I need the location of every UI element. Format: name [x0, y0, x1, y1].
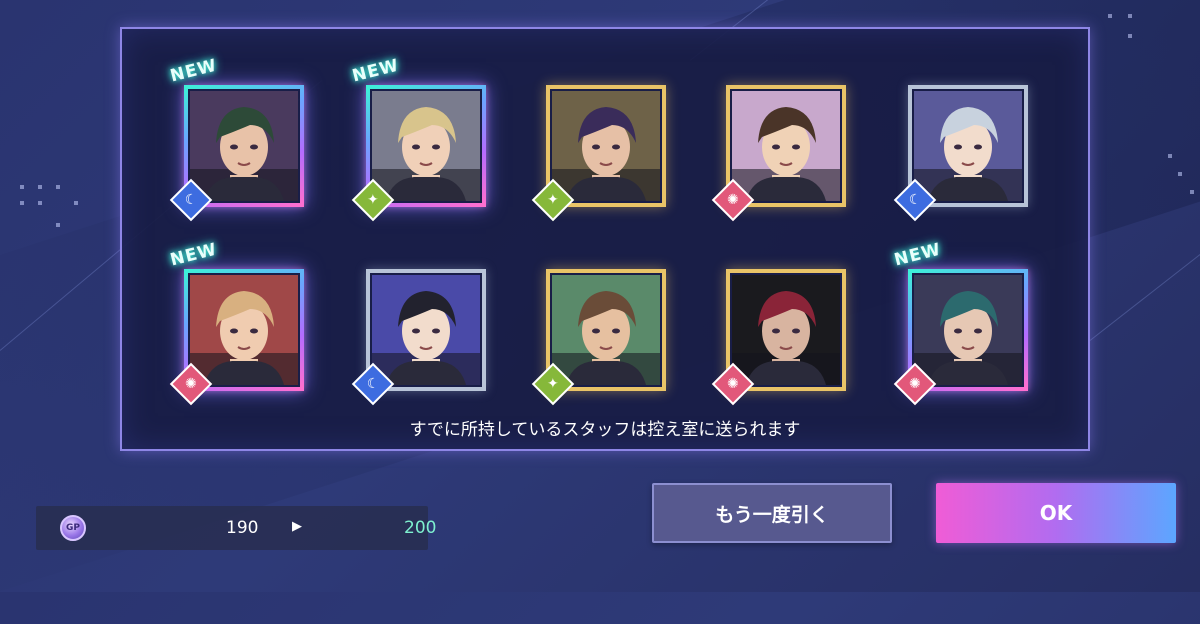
card-frame — [726, 269, 846, 391]
card-frame — [546, 269, 666, 391]
staff-card[interactable]: ✺ — [711, 269, 846, 406]
background-line — [1089, 216, 1200, 341]
staff-card[interactable]: ✺ NEW — [892, 240, 1028, 406]
staff-card[interactable]: ✺ NEW — [168, 240, 304, 406]
staff-card[interactable]: ✦ — [531, 269, 666, 406]
card-frame — [908, 85, 1028, 207]
staff-card[interactable]: ✺ — [711, 85, 846, 222]
staff-card[interactable]: ☾ — [351, 269, 486, 406]
new-badge: NEW — [350, 55, 402, 87]
staff-card[interactable]: ✦ — [531, 85, 666, 222]
card-frame — [184, 85, 304, 207]
card-frame — [366, 85, 486, 207]
staff-card[interactable]: ✦ NEW — [350, 56, 486, 222]
gacha-result-panel: ☾ NEW ✦ NEW ✦ ✺ ☾ ✺ NEW ☾ ✦ ✺ ✺ NEW すでに所持しているスタッフは控え室… — [120, 27, 1090, 451]
arrow-right-icon: ▶ — [292, 519, 302, 534]
draw-again-button[interactable]: もう一度引く — [652, 483, 892, 543]
new-badge: NEW — [168, 55, 220, 87]
gp-progress-bar: GP 190 ▶ 200 — [36, 506, 436, 550]
ok-button[interactable]: OK — [936, 483, 1176, 543]
duplicate-notice: すでに所持しているスタッフは控え室に送られます — [409, 420, 801, 440]
gp-coin-icon: GP — [60, 515, 86, 541]
new-badge: NEW — [168, 239, 220, 271]
staff-card[interactable]: ☾ NEW — [168, 56, 304, 222]
new-badge: NEW — [892, 239, 944, 271]
card-frame — [366, 269, 486, 391]
card-frame — [726, 85, 846, 207]
card-frame — [546, 85, 666, 207]
gp-current-value: 190 — [226, 518, 259, 538]
gp-new-value: 200 — [404, 518, 437, 538]
card-frame — [184, 269, 304, 391]
staff-card[interactable]: ☾ — [893, 85, 1028, 222]
card-frame — [908, 269, 1028, 391]
